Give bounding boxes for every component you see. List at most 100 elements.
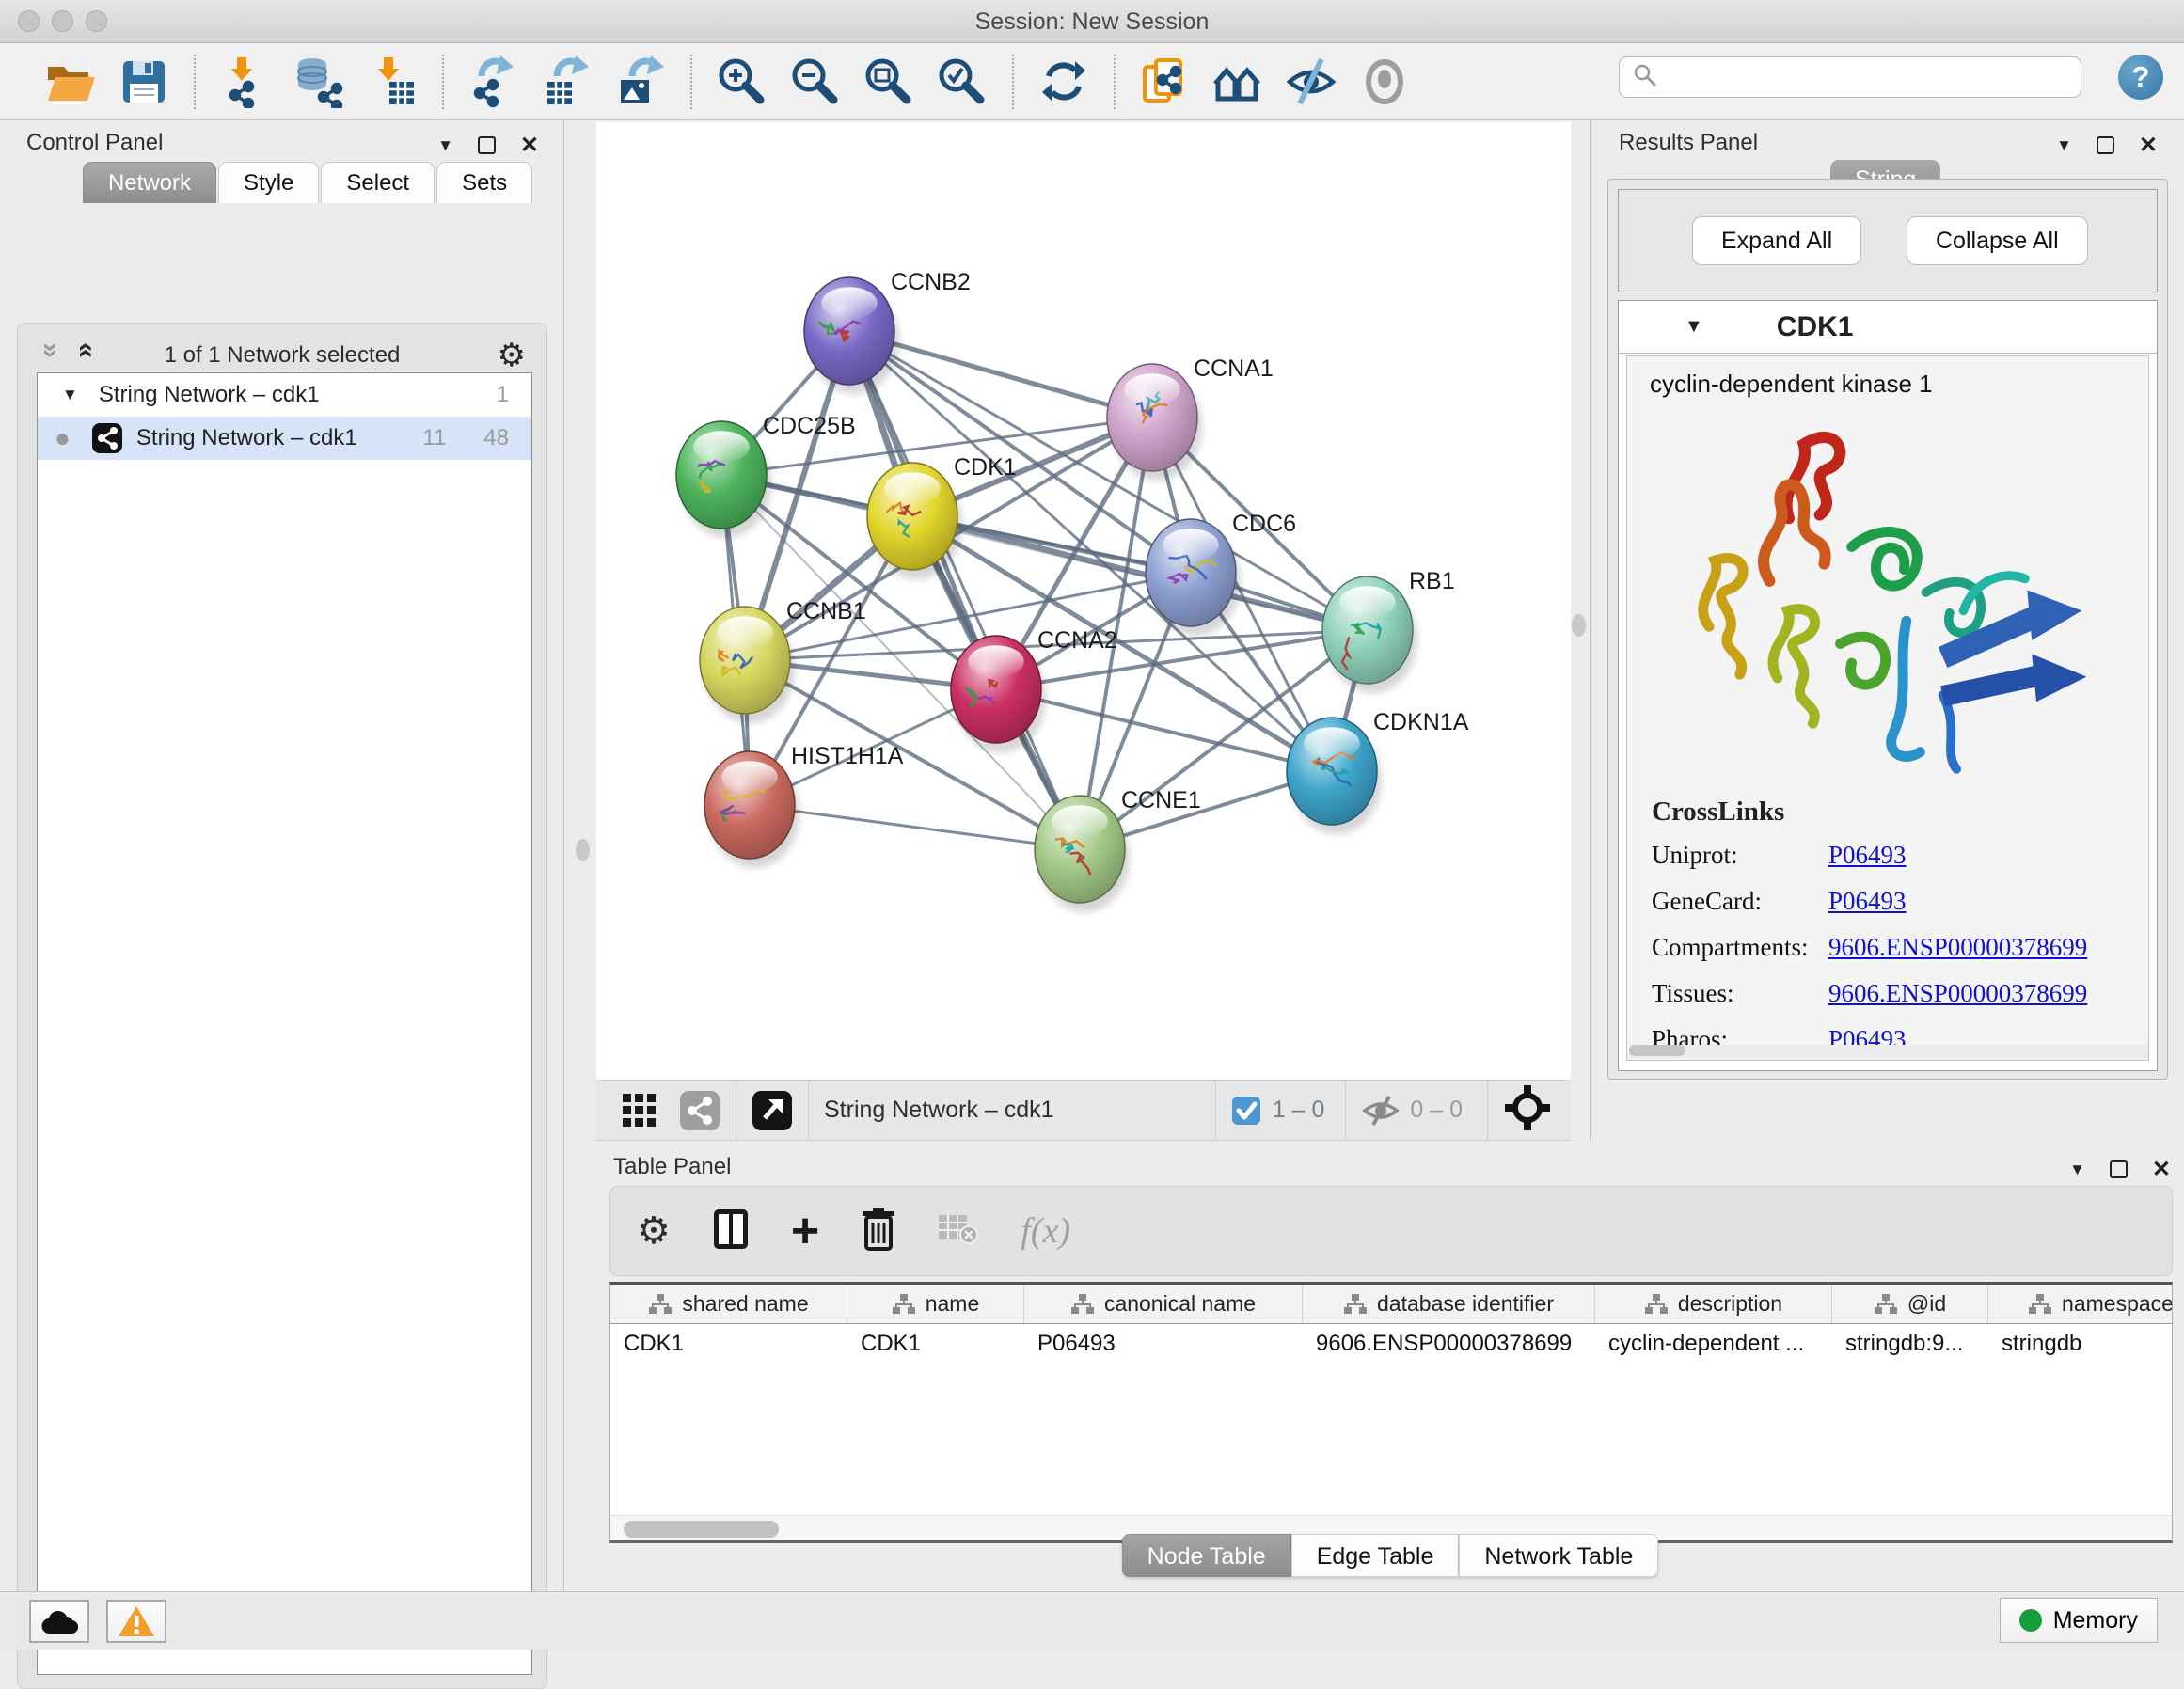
export-network-icon (467, 55, 521, 108)
zoom-out-button[interactable] (779, 49, 852, 115)
tree-expand-icon[interactable]: ▼ (62, 386, 78, 404)
zoom-in-button[interactable] (705, 49, 779, 115)
crosslinks-table: Uniprot: P06493GeneCard: P06493Compartme… (1652, 841, 2148, 1054)
close-panel-icon[interactable]: ✕ (2139, 132, 2158, 159)
refresh-button[interactable] (1027, 49, 1100, 115)
export-table-icon (540, 55, 594, 108)
crosslink-label: Uniprot: (1652, 841, 1828, 870)
collapse-all-button[interactable]: Collapse All (1907, 216, 2088, 265)
collapse-panel-icon[interactable]: ▼ (2056, 136, 2072, 155)
tab-select[interactable]: Select (321, 162, 435, 203)
minimize-window-button[interactable] (52, 10, 73, 32)
delete-column-icon[interactable] (861, 1208, 896, 1255)
birds-eye-view-icon[interactable] (1503, 1083, 1552, 1137)
node-highlight (821, 287, 878, 319)
close-panel-icon[interactable]: ✕ (2152, 1156, 2171, 1183)
cloud-status-button[interactable] (29, 1600, 89, 1643)
network-tree-row[interactable]: ▼ String Network – cdk1 1 (38, 373, 531, 417)
table-cell[interactable]: 9606.ENSP00000378699 (1303, 1324, 1595, 1364)
table-options-gear-icon[interactable]: ⚙ (637, 1209, 671, 1253)
tab-node-table[interactable]: Node Table (1122, 1534, 1291, 1577)
column-type-icon (1343, 1293, 1368, 1316)
table-row[interactable]: CDK1CDK1P064939606.ENSP00000378699cyclin… (610, 1324, 2172, 1364)
collapse-panel-icon[interactable]: ▼ (2069, 1160, 2085, 1179)
show-columns-icon[interactable] (712, 1208, 750, 1255)
zoom-selected-button[interactable] (926, 49, 999, 115)
memory-button[interactable]: Memory (2000, 1598, 2158, 1643)
hide-selected-button[interactable] (1275, 49, 1349, 115)
tab-network[interactable]: Network (83, 162, 216, 203)
duplicate-network-button[interactable] (1129, 49, 1202, 115)
export-table-button[interactable] (530, 49, 604, 115)
tab-edge-table[interactable]: Edge Table (1291, 1534, 1460, 1577)
crosslink-link[interactable]: P06493 (1828, 841, 1907, 870)
import-network-button[interactable] (209, 49, 282, 115)
network-edge[interactable] (849, 331, 1080, 849)
column-header-shared-name[interactable]: shared name (610, 1285, 847, 1323)
splitter-handle[interactable] (1572, 614, 1586, 637)
open-session-button[interactable] (34, 49, 107, 115)
import-table-button[interactable] (356, 49, 429, 115)
table-cell[interactable]: P06493 (1024, 1324, 1303, 1364)
help-button[interactable]: ? (2118, 55, 2163, 100)
table-toolbar: ⚙ + f(x) (609, 1186, 2173, 1276)
column-header-description[interactable]: description (1595, 1285, 1832, 1323)
column-header-canonical-name[interactable]: canonical name (1024, 1285, 1303, 1323)
table-cell[interactable]: CDK1 (847, 1324, 1024, 1364)
network-tree-row[interactable]: ● String Network – cdk1 11 48 (38, 417, 531, 460)
save-session-button[interactable] (107, 49, 181, 115)
column-header-name[interactable]: name (847, 1285, 1024, 1323)
table-tabs: Node TableEdge TableNetwork Table (596, 1534, 2184, 1577)
tab-sets[interactable]: Sets (436, 162, 532, 203)
network-options-gear-icon[interactable]: ⚙ (498, 337, 526, 374)
maximize-window-button[interactable] (86, 10, 107, 32)
splitter-handle[interactable] (576, 839, 590, 861)
network-overview-icon (1211, 55, 1266, 108)
hidden-eye-slash-icon[interactable] (1361, 1094, 1401, 1128)
crosslink-row: Uniprot: P06493 (1652, 841, 2148, 870)
table-cell[interactable]: CDK1 (610, 1324, 847, 1364)
expand-all-button[interactable]: Expand All (1692, 216, 1861, 265)
table-cell[interactable]: stringdb:9... (1832, 1324, 1988, 1364)
show-all-button[interactable] (1349, 49, 1422, 115)
column-header-@id[interactable]: @id (1832, 1285, 1988, 1323)
import-network-from-database-button[interactable] (282, 49, 356, 115)
network-overview-button[interactable] (1202, 49, 1275, 115)
table-cell[interactable]: cyclin-dependent ... (1595, 1324, 1832, 1364)
node-label-CDC6: CDC6 (1232, 511, 1296, 537)
warning-status-button[interactable] (106, 1600, 166, 1643)
tab-network-table[interactable]: Network Table (1459, 1534, 1658, 1577)
float-panel-icon[interactable] (2097, 136, 2114, 154)
zoom-in-icon (715, 55, 769, 108)
column-type-icon (2028, 1293, 2052, 1316)
float-panel-icon[interactable] (478, 136, 496, 154)
crosslink-link[interactable]: 9606.ENSP00000378699 (1828, 933, 2087, 962)
network-collection-label: String Network – cdk1 (99, 382, 320, 408)
crosslink-label: GeneCard: (1652, 887, 1828, 916)
export-image-button[interactable] (604, 49, 677, 115)
node-table[interactable]: shared name name canonical name database… (609, 1282, 2173, 1515)
column-header-database-identifier[interactable]: database identifier (1303, 1285, 1595, 1323)
float-panel-icon[interactable] (2110, 1160, 2128, 1178)
network-share-view-icon[interactable] (679, 1090, 720, 1131)
node-count: 11 (422, 425, 446, 451)
close-panel-icon[interactable]: ✕ (520, 132, 539, 159)
selected-checkbox[interactable] (1231, 1096, 1261, 1126)
network-canvas[interactable]: CCNB2CCNA1CDC25BCDK1CDC6RB1CCNB1CCNA2CDK… (596, 122, 1571, 1080)
collapse-panel-icon[interactable]: ▼ (437, 136, 453, 155)
search-input[interactable] (1667, 59, 2081, 95)
export-network-button[interactable] (457, 49, 530, 115)
open-in-new-window-icon[interactable] (752, 1090, 793, 1131)
zoom-fit-button[interactable] (852, 49, 926, 115)
table-cell[interactable]: stringdb (1988, 1324, 2173, 1364)
column-header-namespace[interactable]: namespace (1988, 1285, 2173, 1323)
section-collapse-icon[interactable]: ▼ (1685, 316, 1703, 338)
crosslink-link[interactable]: P06493 (1828, 887, 1907, 916)
tab-style[interactable]: Style (218, 162, 319, 203)
network-name-label: String Network – cdk1 (136, 425, 357, 451)
create-column-icon[interactable]: + (791, 1212, 819, 1250)
close-window-button[interactable] (18, 10, 40, 32)
grid-view-icon[interactable] (621, 1092, 658, 1129)
crosslink-link[interactable]: 9606.ENSP00000378699 (1828, 979, 2087, 1008)
results-scrollbar[interactable] (1629, 1045, 2148, 1058)
